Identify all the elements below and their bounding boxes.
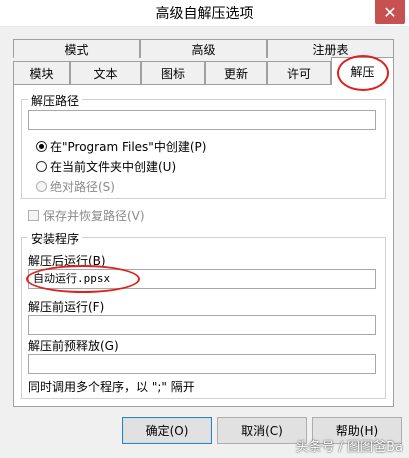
radio-program-files[interactable]: 在"Program Files"中创建(P) [36,138,206,155]
tab-label: 许可 [286,66,311,81]
tab-label: 图标 [160,66,185,81]
close-icon: ✕ [383,2,397,22]
checkbox-label: 保存并恢复路径(V) [43,209,145,223]
run-after-input[interactable]: 自动运行.ppsx [28,269,376,289]
extract-path-input[interactable] [28,110,376,130]
tab-text[interactable]: 文本 [70,61,141,84]
tab-registry[interactable]: 注册表 [267,39,394,58]
tab-icon[interactable]: 图标 [141,61,205,84]
tab-label: 更新 [223,66,248,81]
title-bar: 高级自解压选项 ✕ [0,0,409,27]
tab-modules[interactable]: 模块 [13,61,70,84]
watermark: 头条号 / 图图爸Ba [295,440,403,455]
run-after-label: 解压后运行(B) [28,254,106,268]
radio-button [36,161,47,172]
group-label: 安装程序 [28,230,83,247]
tab-label: 注册表 [312,42,349,57]
close-button[interactable]: ✕ [375,0,405,24]
run-before-input[interactable] [28,315,376,335]
tab-extract[interactable]: 解压 [331,57,394,85]
tab-label: 解压 [350,65,375,79]
cancel-button[interactable]: 取消(C) [217,417,307,444]
radio-button-checked [36,141,47,152]
run-before-label: 解压前运行(F) [28,300,105,314]
tab-advanced[interactable]: 高级 [140,39,267,58]
radio-label: 在"Program Files"中创建(P) [50,140,207,154]
radio-current-folder[interactable]: 在当前文件夹中创建(U) [36,158,176,175]
radio-label: 绝对路径(S) [50,180,115,194]
pre-extract-input[interactable] [28,354,376,374]
checkbox-disabled [28,210,39,221]
window-title: 高级自解压选项 [155,6,254,22]
radio-button-disabled [36,181,47,192]
tab-license[interactable]: 许可 [267,61,331,84]
tab-label: 模式 [64,42,89,57]
tab-label: 高级 [191,42,216,57]
group-label: 解压路径 [28,92,83,109]
tab-label: 模块 [29,66,54,81]
save-restore-path-checkbox: 保存并恢复路径(V) [28,207,145,224]
tab-panel: 解压路径 在"Program Files"中创建(P) 在当前文件夹中创建(U)… [13,84,394,407]
pre-extract-label: 解压前预释放(G) [28,339,119,353]
radio-absolute-path: 绝对路径(S) [36,178,115,195]
ok-button[interactable]: 确定(O) [122,417,212,444]
radio-label: 在当前文件夹中创建(U) [50,160,177,174]
tab-label: 文本 [93,66,118,81]
tab-mode[interactable]: 模式 [13,39,140,58]
separator-hint: 同时调用多个程序，以 ";" 隔开 [28,380,195,394]
tab-update[interactable]: 更新 [205,61,267,84]
